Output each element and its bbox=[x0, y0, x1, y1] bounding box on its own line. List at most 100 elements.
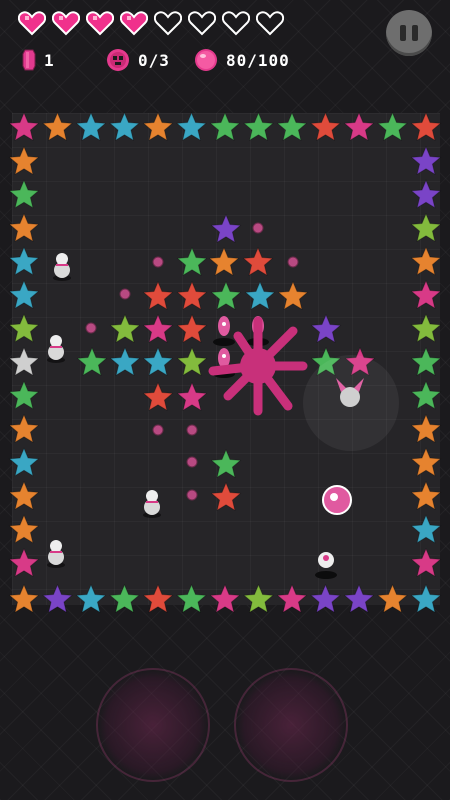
star-block bbox=[242, 246, 274, 277]
heart-empty-icon bbox=[154, 11, 182, 36]
star-block bbox=[410, 447, 442, 477]
aim-joystick[interactable] bbox=[303, 355, 399, 451]
energy-orb-pickup bbox=[85, 322, 97, 334]
star-block bbox=[142, 313, 174, 344]
hud-bar: 1 0/3 80/100 bbox=[0, 0, 450, 100]
star-block bbox=[142, 111, 174, 142]
gem-count: 1 bbox=[44, 50, 55, 70]
star-block bbox=[176, 313, 208, 344]
star-block bbox=[8, 447, 40, 477]
star-block bbox=[8, 346, 40, 377]
star-block bbox=[343, 111, 375, 142]
star-block bbox=[210, 213, 242, 244]
gem-counter: 1 bbox=[22, 49, 106, 71]
energy-orb-pickup bbox=[287, 256, 299, 268]
energy-orb-pickup bbox=[186, 489, 198, 501]
star-block bbox=[410, 246, 442, 276]
energy-orb-pickup bbox=[152, 424, 164, 436]
star-block bbox=[8, 111, 40, 142]
pink-mite-enemy bbox=[213, 316, 235, 346]
energy-counter: 80/100 bbox=[194, 48, 290, 72]
star-block bbox=[75, 111, 107, 142]
health-hearts bbox=[18, 10, 284, 36]
star-block bbox=[208, 246, 240, 277]
star-block bbox=[309, 583, 342, 614]
pause-icon-bar bbox=[412, 25, 418, 41]
star-block bbox=[8, 583, 40, 614]
star-block bbox=[8, 380, 40, 410]
star-block bbox=[8, 480, 40, 511]
star-block bbox=[242, 583, 275, 614]
star-block bbox=[109, 346, 141, 377]
star-block bbox=[176, 346, 208, 377]
star-block bbox=[376, 111, 409, 142]
pink-creature-enemy bbox=[315, 552, 337, 579]
star-block bbox=[410, 413, 442, 444]
enemy-count: 0/3 bbox=[138, 50, 170, 70]
star-block bbox=[8, 514, 40, 544]
heart-empty-icon bbox=[188, 11, 216, 36]
star-block bbox=[8, 413, 40, 444]
star-block bbox=[244, 280, 276, 311]
star-block bbox=[8, 547, 40, 578]
star-block bbox=[210, 481, 242, 512]
move-pad-right[interactable] bbox=[234, 668, 348, 782]
heart-empty-icon bbox=[222, 11, 250, 36]
star-block bbox=[276, 583, 308, 614]
star-block bbox=[108, 111, 141, 142]
star-block bbox=[8, 313, 40, 343]
energy-orb-pickup bbox=[119, 288, 131, 300]
star-block bbox=[410, 279, 442, 310]
move-pad-left[interactable] bbox=[96, 668, 210, 782]
star-block bbox=[210, 280, 242, 311]
energy-orb-pickup bbox=[252, 222, 264, 234]
star-block bbox=[410, 179, 442, 209]
pause-icon bbox=[400, 25, 406, 41]
energy-orb-icon bbox=[195, 49, 217, 71]
star-block bbox=[176, 280, 208, 311]
heart-full-icon bbox=[120, 11, 148, 36]
star-block bbox=[176, 381, 208, 412]
energy-orb-pickup bbox=[152, 256, 164, 268]
star-block bbox=[310, 313, 342, 344]
pink-orb-enemy bbox=[322, 485, 352, 515]
energy-orb-pickup bbox=[186, 456, 198, 468]
star-block bbox=[175, 111, 208, 142]
gem-icon bbox=[22, 49, 36, 71]
star-block bbox=[142, 381, 174, 412]
star-block bbox=[376, 583, 409, 614]
star-block bbox=[108, 583, 141, 614]
star-block bbox=[8, 246, 40, 276]
heart-empty-icon bbox=[256, 11, 284, 36]
heart-full-icon bbox=[52, 11, 80, 36]
star-block bbox=[142, 280, 174, 311]
heart-full-icon bbox=[18, 11, 46, 36]
star-block bbox=[410, 145, 442, 176]
heart-full-icon bbox=[86, 11, 114, 36]
energy-value: 80/100 bbox=[226, 50, 290, 70]
star-block bbox=[410, 480, 442, 511]
star-block bbox=[209, 111, 241, 142]
star-block bbox=[210, 448, 242, 479]
star-block bbox=[41, 111, 74, 142]
stats-row: 1 0/3 80/100 bbox=[22, 48, 290, 72]
star-block bbox=[176, 246, 208, 277]
enemy-counter: 0/3 bbox=[106, 48, 194, 72]
star-block bbox=[109, 313, 141, 344]
star-block bbox=[142, 346, 174, 377]
star-block bbox=[410, 380, 442, 410]
star-block bbox=[8, 179, 40, 209]
star-block bbox=[8, 145, 40, 176]
snowman-enemy bbox=[47, 540, 65, 568]
star-block bbox=[276, 111, 308, 142]
star-block bbox=[76, 346, 108, 377]
star-block bbox=[175, 583, 208, 614]
pause-button[interactable] bbox=[386, 10, 432, 56]
star-block bbox=[410, 583, 442, 614]
star-block bbox=[75, 583, 107, 614]
star-block bbox=[410, 111, 442, 142]
energy-orb-pickup bbox=[186, 424, 198, 436]
snowman-enemy bbox=[53, 253, 71, 281]
snowman-enemy bbox=[47, 335, 65, 363]
star-block bbox=[410, 514, 442, 544]
